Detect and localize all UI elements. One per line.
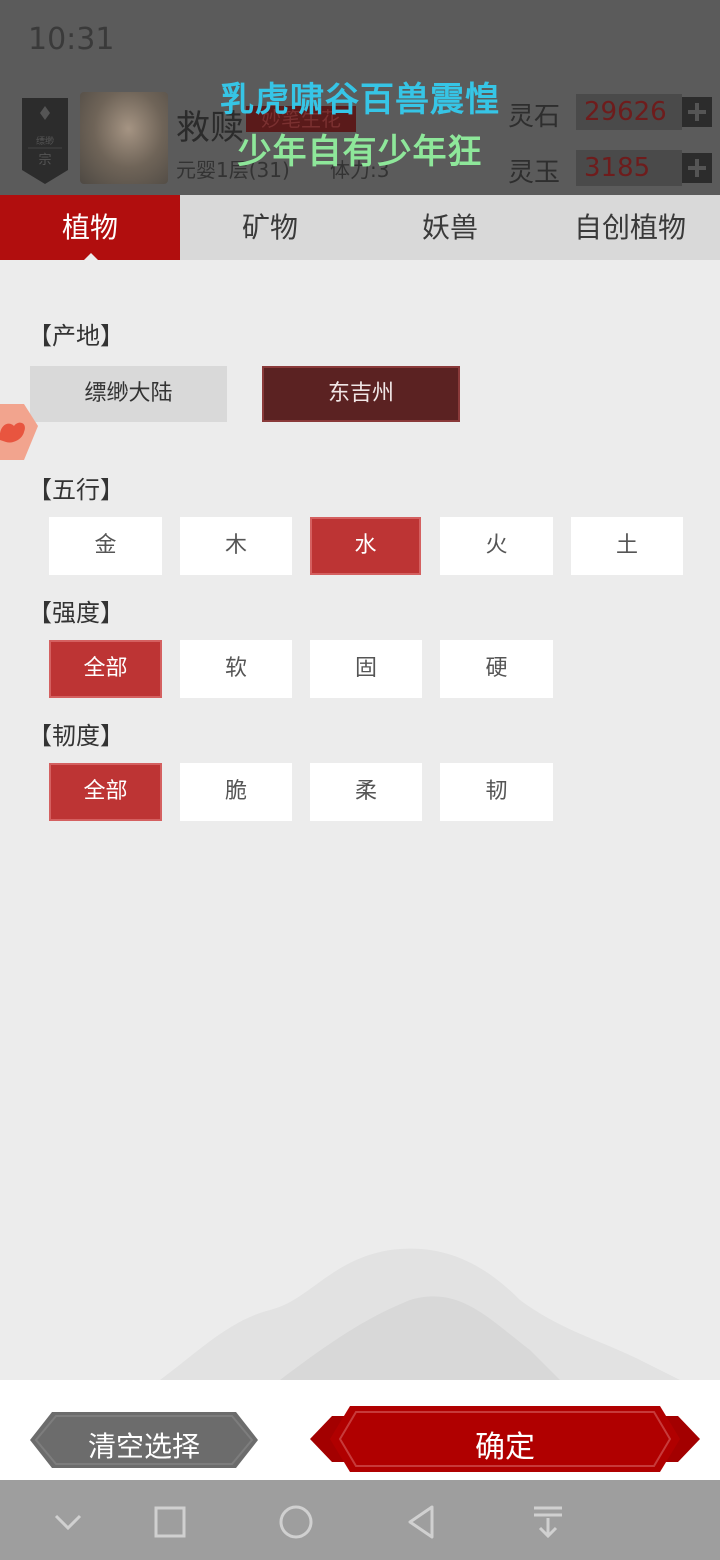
overlay-caption-1: 乳虎啸谷百兽震惶	[220, 80, 500, 120]
toughness-section-label: 【韧度】	[28, 722, 124, 750]
notification-pull-down-icon[interactable]	[528, 1502, 568, 1542]
origin-section-label: 【产地】	[28, 322, 124, 350]
back-icon[interactable]	[402, 1502, 442, 1542]
overlay-caption-2: 少年自有少年狂	[237, 132, 483, 172]
toughness-option-brittle[interactable]: 脆	[180, 763, 292, 821]
status-time: 10:31	[28, 22, 115, 57]
chevron-down-icon[interactable]	[48, 1502, 88, 1542]
element-option-earth[interactable]: 土	[571, 517, 683, 575]
toughness-option-pliable[interactable]: 柔	[310, 763, 422, 821]
strength-option-soft[interactable]: 软	[180, 640, 292, 698]
strength-section-label: 【强度】	[28, 599, 124, 627]
tab-minerals[interactable]: 矿物	[180, 195, 360, 260]
floating-assist-icon[interactable]	[0, 396, 40, 466]
element-option-water[interactable]: 水	[310, 517, 421, 575]
element-option-fire[interactable]: 火	[440, 517, 553, 575]
recent-apps-icon[interactable]	[150, 1502, 190, 1542]
ink-mountain-decoration	[160, 1248, 680, 1380]
toughness-option-all[interactable]: 全部	[49, 763, 162, 821]
home-icon[interactable]	[276, 1502, 316, 1542]
system-nav-bar	[0, 1480, 720, 1560]
player-header: 10:31 缥缈 宗 救赎 妙笔生花 元婴1层(31) 体力:3 灵石 2962…	[0, 0, 720, 195]
strength-option-all[interactable]: 全部	[49, 640, 162, 698]
confirm-label: 确定	[475, 1430, 535, 1465]
category-tabs: 植物 矿物 妖兽 自创植物	[0, 195, 720, 260]
tab-custom-plants[interactable]: 自创植物	[540, 195, 720, 260]
strength-option-hard[interactable]: 硬	[440, 640, 553, 698]
element-section-label: 【五行】	[28, 476, 124, 504]
toughness-option-tough[interactable]: 韧	[440, 763, 553, 821]
tab-monsters[interactable]: 妖兽	[360, 195, 540, 260]
element-option-metal[interactable]: 金	[49, 517, 162, 575]
strength-option-solid[interactable]: 固	[310, 640, 422, 698]
origin-option-continent[interactable]: 缥缈大陆	[30, 366, 227, 422]
clear-selection-label: 清空选择	[87, 1430, 200, 1463]
origin-option-dongji[interactable]: 东吉州	[262, 366, 460, 422]
tab-plants[interactable]: 植物	[0, 195, 180, 260]
clear-selection-button[interactable]: 清空选择	[30, 1412, 258, 1468]
element-option-wood[interactable]: 木	[180, 517, 292, 575]
confirm-button[interactable]: 确定	[310, 1404, 700, 1474]
